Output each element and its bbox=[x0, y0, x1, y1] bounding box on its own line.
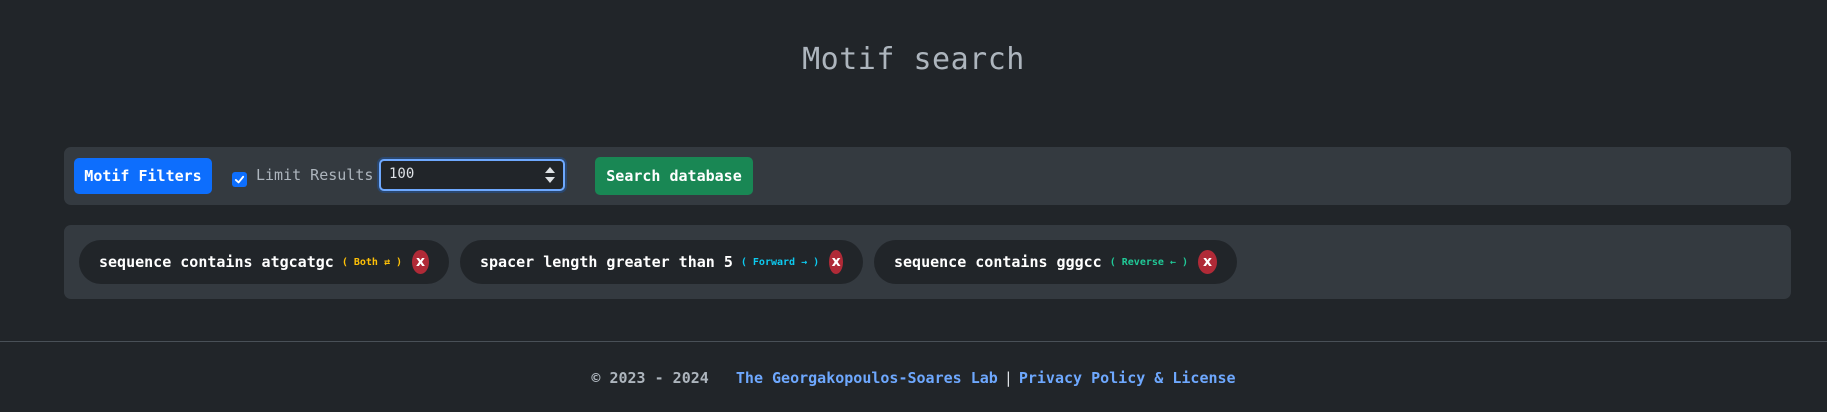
active-filters-panel: sequence contains atgcatgc ( Both ⇄ ) x … bbox=[64, 225, 1791, 299]
search-database-button[interactable]: Search database bbox=[595, 157, 753, 195]
search-toolbar: Motif Filters Limit Results 100 Search d… bbox=[64, 147, 1791, 205]
strand-badge-both: ( Both ⇄ ) bbox=[341, 256, 403, 268]
page: Motif search Motif Filters Limit Results… bbox=[0, 0, 1827, 412]
limit-results-input[interactable]: 100 bbox=[379, 159, 565, 191]
limit-results-checkbox[interactable] bbox=[232, 172, 247, 187]
filter-chip: sequence contains atgcatgc ( Both ⇄ ) x bbox=[79, 240, 449, 284]
filter-chip: sequence contains gggcc ( Reverse ← ) x bbox=[874, 240, 1237, 284]
filter-chip-text: spacer length greater than 5 bbox=[480, 253, 733, 271]
footer-divider bbox=[0, 341, 1827, 342]
privacy-policy-link[interactable]: Privacy Policy & License bbox=[1019, 369, 1236, 387]
spinner-down-icon[interactable] bbox=[545, 177, 555, 183]
page-title: Motif search bbox=[802, 42, 1025, 77]
checkmark-icon bbox=[234, 175, 245, 184]
filter-chip-text: sequence contains gggcc bbox=[894, 253, 1102, 271]
strand-badge-reverse: ( Reverse ← ) bbox=[1109, 256, 1188, 268]
strand-badge-forward: ( Forward → ) bbox=[740, 256, 820, 268]
remove-filter-button[interactable]: x bbox=[829, 250, 843, 274]
footer: © 2023 - 2024 The Georgakopoulos-Soares … bbox=[0, 369, 1827, 387]
limit-results-label: Limit Results bbox=[256, 166, 374, 184]
motif-filters-button[interactable]: Motif Filters bbox=[74, 158, 212, 194]
lab-link[interactable]: The Georgakopoulos-Soares Lab bbox=[736, 369, 998, 387]
spinner-up-icon[interactable] bbox=[545, 167, 555, 173]
copyright-text: © 2023 - 2024 bbox=[591, 369, 709, 387]
number-spinner[interactable] bbox=[545, 164, 557, 186]
limit-results-value[interactable]: 100 bbox=[389, 166, 414, 182]
filter-chip-text: sequence contains atgcatgc bbox=[99, 253, 334, 271]
remove-filter-button[interactable]: x bbox=[1198, 250, 1217, 274]
remove-filter-button[interactable]: x bbox=[412, 250, 429, 274]
filter-chip: spacer length greater than 5 ( Forward →… bbox=[460, 240, 863, 284]
footer-separator: | bbox=[1003, 369, 1013, 387]
